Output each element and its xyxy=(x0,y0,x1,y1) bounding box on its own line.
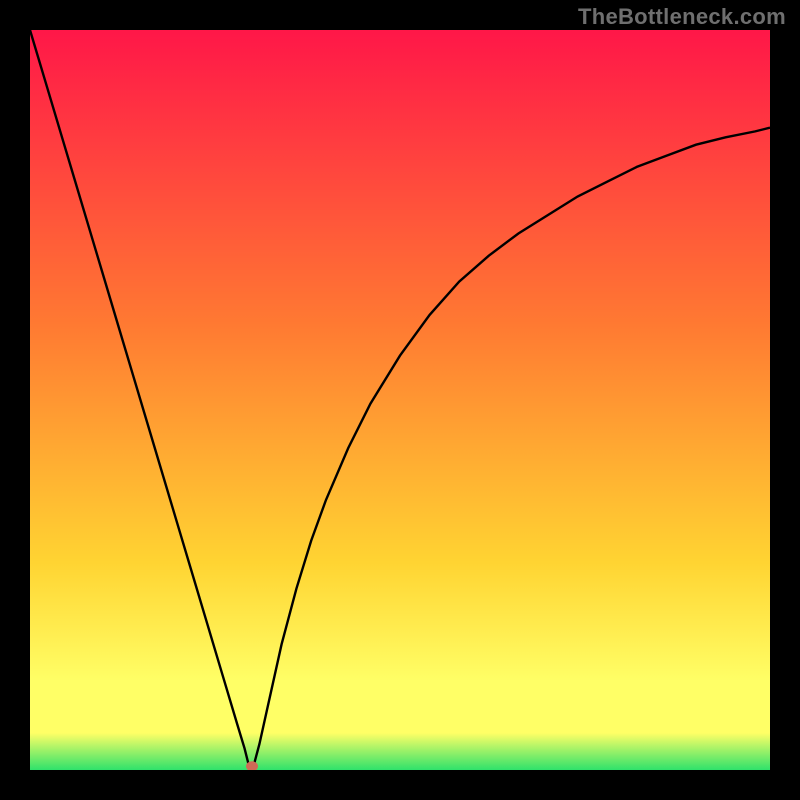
chart-frame: TheBottleneck.com xyxy=(0,0,800,800)
plot-area xyxy=(30,30,770,770)
watermark-text: TheBottleneck.com xyxy=(578,4,786,30)
chart-svg xyxy=(30,30,770,770)
